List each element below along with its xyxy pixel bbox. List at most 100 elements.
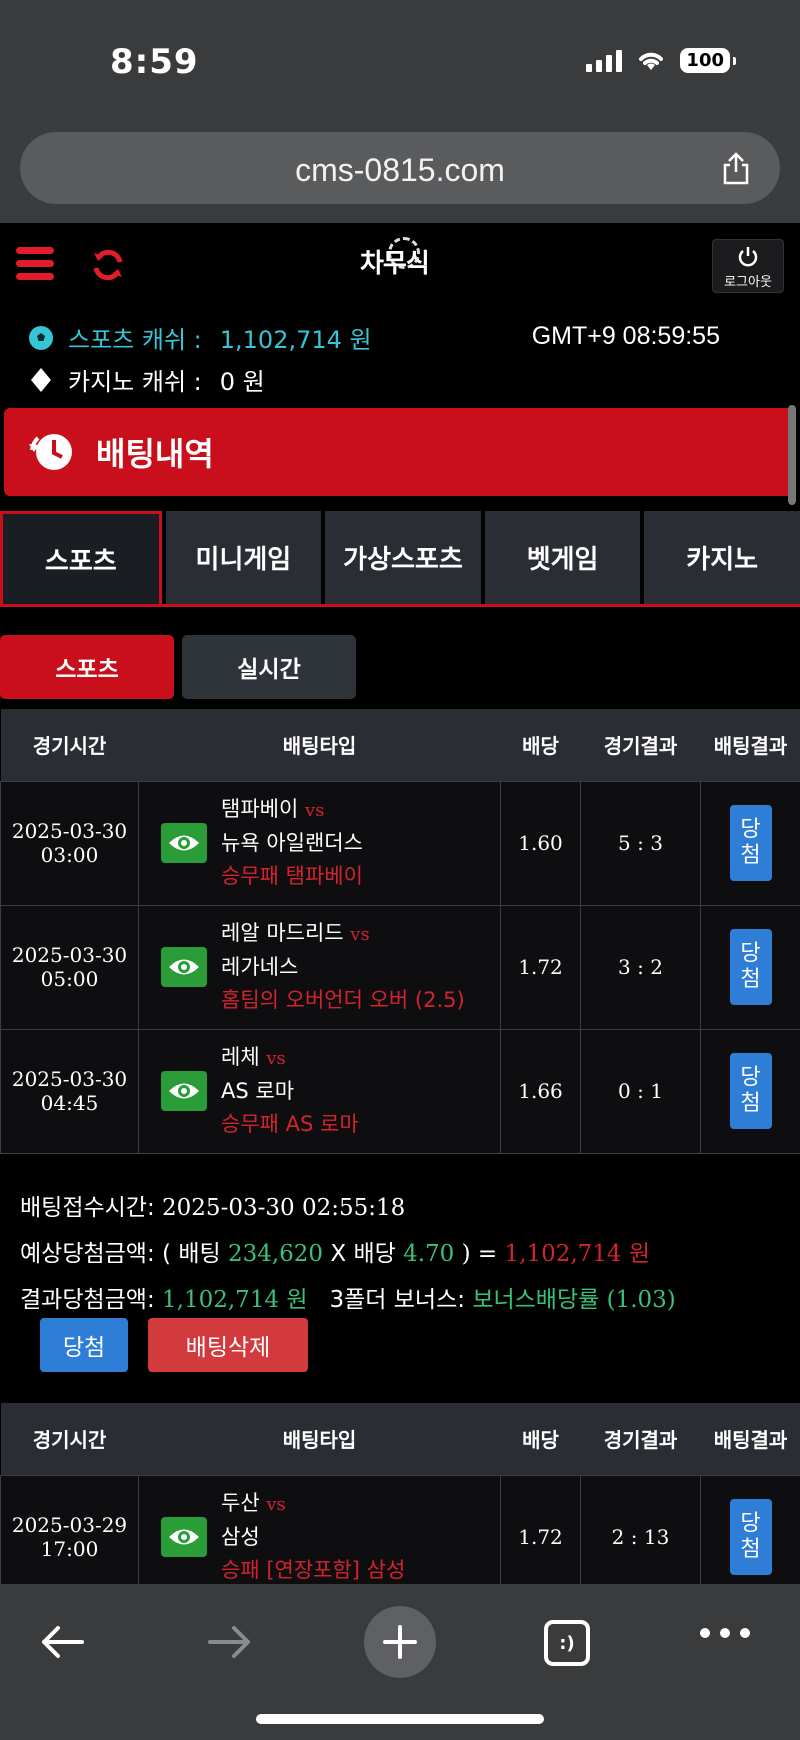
result-label: 결과당첨금액: <box>20 1287 155 1313</box>
status-time: 8:59 <box>110 42 199 82</box>
home-indicator <box>256 1714 544 1724</box>
match-time-cell: 2025-03-29 17:00 <box>0 1474 139 1600</box>
col-header-odds: 배당 <box>500 1403 581 1475</box>
away-team: AS 로마 <box>221 1079 295 1103</box>
home-team: 레체 <box>221 1045 260 1069</box>
result-cell: 당첨 <box>700 780 800 906</box>
win-badge: 당첨 <box>729 1499 772 1575</box>
tab-virtual-sports[interactable]: 가상스포츠 <box>325 511 481 604</box>
match-time-cell: 2025-03-30 04:45 <box>0 1028 139 1154</box>
home-team: 레알 마드리드 <box>221 921 344 945</box>
away-team: 뉴욕 아일랜더스 <box>221 831 363 855</box>
share-icon[interactable] <box>718 150 754 186</box>
score-cell: 2 : 13 <box>580 1474 701 1600</box>
url-bar[interactable]: cms-0815.com <box>20 132 780 204</box>
score-cell: 5 : 3 <box>580 780 701 906</box>
status-icons: 100 <box>586 48 736 73</box>
sports-cash-value: 1,102,714 원 <box>219 326 372 354</box>
result-cell: 당첨 <box>700 1028 800 1154</box>
match-time: 17:00 <box>40 1537 99 1561</box>
url-text[interactable]: cms-0815.com <box>20 152 780 189</box>
tab-casino[interactable]: 카지노 <box>644 511 800 604</box>
bet-summary: 배팅접수시간: 2025-03-30 02:55:18 예상당첨금액: ( 배팅… <box>20 1185 676 1323</box>
eye-icon[interactable] <box>161 1517 207 1557</box>
col-header-type: 배팅타입 <box>138 1403 501 1475</box>
bet-table-2: 경기시간 배팅타입 배당 경기결과 배팅결과 2025-03-29 17:00 두… <box>0 1403 800 1600</box>
bet-type-cell: 탬파베이 vs 뉴욕 아일랜더스 승무패 탬파베이 <box>138 780 501 906</box>
bonus-label: 3폴더 보너스: <box>329 1287 466 1313</box>
browser-toolbar: :) <box>0 1584 800 1740</box>
sub-tabs: 스포츠 실시간 <box>0 635 356 699</box>
new-tab-button[interactable] <box>364 1606 436 1678</box>
match-time-cell: 2025-03-30 05:00 <box>0 904 139 1030</box>
win-badge: 당첨 <box>729 805 772 881</box>
arrow-right-icon <box>208 1626 250 1658</box>
home-team: 탬파베이 <box>221 797 299 821</box>
forward-button[interactable] <box>200 1612 260 1672</box>
logout-button[interactable]: 로그아웃 <box>712 239 784 293</box>
tab-minigame[interactable]: 미니게임 <box>165 511 322 604</box>
col-header-result: 배팅결과 <box>700 709 800 781</box>
col-header-result: 배팅결과 <box>700 1403 800 1475</box>
col-header-type: 배팅타입 <box>138 709 501 781</box>
site-logo[interactable]: 차무식 <box>360 243 430 280</box>
total-odds: 4.70 <box>403 1241 455 1267</box>
server-clock: GMT+9 08:59:55 <box>531 322 720 350</box>
refresh-icon[interactable] <box>90 247 126 283</box>
page-title: 배팅내역 <box>96 435 214 473</box>
bet-type-cell: 두산 vs 삼성 승패 [연장포함] 삼성 <box>138 1474 501 1600</box>
col-header-score: 경기결과 <box>580 1403 701 1475</box>
tab-sports[interactable]: 스포츠 <box>0 511 162 604</box>
away-team: 삼성 <box>221 1525 260 1549</box>
bet-pick: 승패 [연장포함] 삼성 <box>221 1558 406 1582</box>
bet-pick: 승무패 탬파베이 <box>221 864 363 888</box>
win-status-button[interactable]: 당첨 <box>40 1318 128 1372</box>
away-team: 레가네스 <box>221 955 299 979</box>
open-paren-label: ( 배팅 <box>162 1241 221 1267</box>
match-date: 2025-03-30 <box>11 1067 128 1091</box>
plus-icon <box>383 1625 417 1659</box>
expected-amount: 1,102,714 원 <box>504 1241 651 1267</box>
table-header-row: 경기시간 배팅타입 배당 경기결과 배팅결과 <box>0 1403 800 1475</box>
logout-label: 로그아웃 <box>724 275 772 290</box>
menu-icon[interactable] <box>16 247 54 281</box>
col-header-odds: 배당 <box>500 709 581 781</box>
bet-table-1: 경기시간 배팅타입 배당 경기결과 배팅결과 2025-03-30 03:00 탬… <box>0 709 800 1154</box>
match-date: 2025-03-30 <box>11 819 128 843</box>
back-button[interactable] <box>32 1612 92 1672</box>
win-badge: 당첨 <box>729 929 772 1005</box>
battery-icon: 100 <box>680 48 736 73</box>
scrollbar-thumb[interactable] <box>788 405 796 505</box>
signal-icon <box>586 49 623 72</box>
home-team: 두산 <box>221 1491 260 1515</box>
accept-time-label: 배팅접수시간: <box>20 1195 155 1221</box>
close-paren-label: ) = <box>461 1241 498 1267</box>
eye-icon[interactable] <box>161 823 207 863</box>
tab-betgame[interactable]: 벳게임 <box>484 511 641 604</box>
match-time: 03:00 <box>40 843 99 867</box>
result-amount: 1,102,714 원 <box>162 1287 308 1313</box>
browser-url-area: cms-0815.com <box>0 125 800 223</box>
category-tabs: 스포츠 미니게임 가상스포츠 벳게임 카지노 <box>0 511 800 607</box>
arrow-left-icon <box>42 1626 84 1658</box>
table-row: 2025-03-30 04:45 레체 vs AS 로마 승무패 AS 로마 1.66… <box>0 1028 800 1154</box>
eye-icon[interactable] <box>161 947 207 987</box>
score-cell: 0 : 1 <box>580 1028 701 1154</box>
subtab-live[interactable]: 실시간 <box>182 635 356 699</box>
table-row: 2025-03-30 03:00 탬파베이 vs 뉴욕 아일랜더스 승무패 탬파베이 … <box>0 780 800 906</box>
accept-time-line: 배팅접수시간: 2025-03-30 02:55:18 <box>20 1185 676 1231</box>
col-header-score: 경기결과 <box>580 709 701 781</box>
more-icon[interactable] <box>700 1628 750 1638</box>
expected-label: 예상당첨금액: <box>20 1241 155 1267</box>
vs-label: vs <box>266 1048 286 1069</box>
sports-cash-label: 스포츠 캐쉬 : <box>68 326 202 354</box>
tabs-button[interactable]: :) <box>544 1620 590 1666</box>
expected-amount-line: 예상당첨금액: ( 배팅 234,620 X 배당 4.70 ) = 1,102… <box>20 1231 676 1277</box>
subtab-sports[interactable]: 스포츠 <box>0 635 174 699</box>
bet-amount: 234,620 <box>227 1241 324 1267</box>
casino-cash-row: 카지노 캐쉬 : 0 원 <box>28 362 265 397</box>
bet-pick: 승무패 AS 로마 <box>221 1112 359 1136</box>
eye-icon[interactable] <box>161 1071 207 1111</box>
table-row: 2025-03-30 05:00 레알 마드리드 vs 레가네스 홈팀의 오버언더 오… <box>0 904 800 1030</box>
delete-bet-button[interactable]: 배팅삭제 <box>148 1318 308 1372</box>
